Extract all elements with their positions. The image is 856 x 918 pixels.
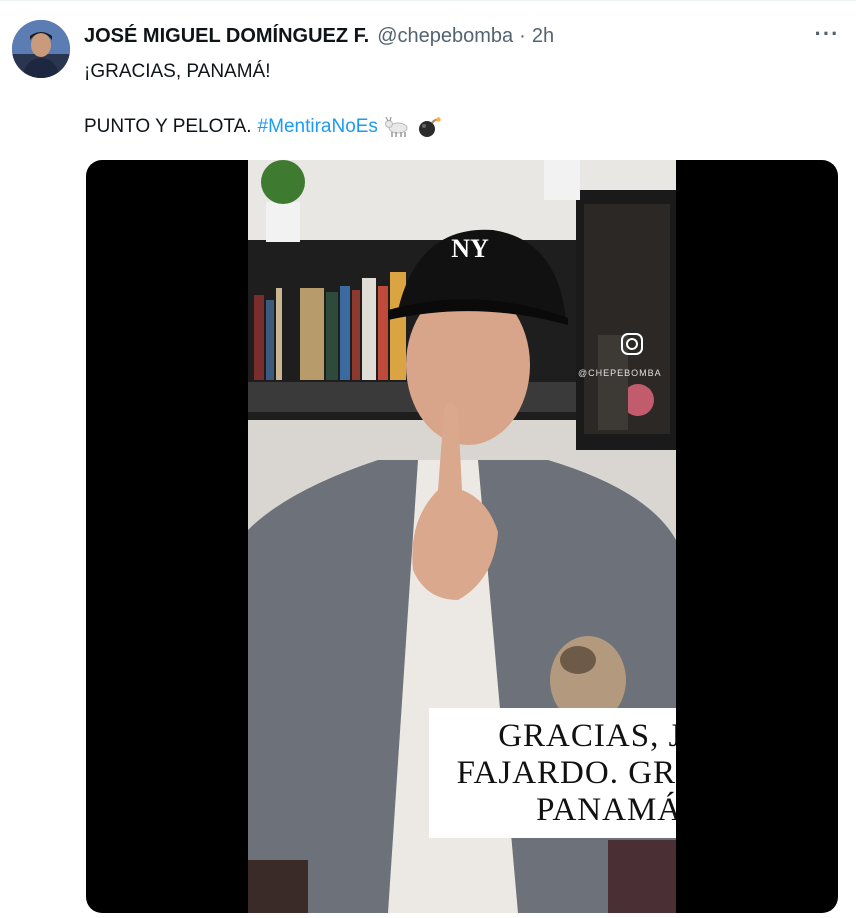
tweet-timestamp[interactable]: 2h	[532, 25, 554, 48]
top-divider	[0, 0, 856, 1]
tweet-header: JOSÉ MIGUEL DOMÍNGUEZ F. @chepebomba · 2…	[84, 22, 554, 50]
more-options-button[interactable]: ···	[812, 22, 842, 50]
author-handle[interactable]: @chepebomba	[377, 25, 513, 48]
goat-emoji-icon	[384, 116, 410, 138]
author-name[interactable]: JOSÉ MIGUEL DOMÍNGUEZ F.	[84, 25, 369, 48]
bomb-emoji-icon	[416, 116, 442, 138]
tweet-text-punto: PUNTO Y PELOTA.	[84, 116, 252, 137]
tweet-text-line2: PUNTO Y PELOTA. #MentiraNoEs	[84, 116, 442, 138]
video-frame[interactable]: NY @CHEPEBOMBA GRACIAS, JOSÉ FAJARDO. GR…	[248, 160, 676, 913]
svg-text:NY: NY	[451, 234, 489, 263]
avatar[interactable]	[12, 20, 70, 78]
media-container[interactable]: NY @CHEPEBOMBA GRACIAS, JOSÉ FAJARDO. GR…	[86, 160, 838, 913]
avatar-image	[12, 20, 70, 78]
video-caption-box: GRACIAS, JOSÉ FAJARDO. GRACIAS, PANAMÁ..…	[429, 708, 676, 838]
instagram-watermark: @CHEPEBOMBA	[578, 368, 662, 378]
tweet-text-line1: ¡GRACIAS, PANAMÁ!	[84, 61, 271, 82]
video-caption: GRACIAS, JOSÉ FAJARDO. GRACIAS, PANAMÁ..…	[456, 717, 676, 828]
separator-dot: ·	[519, 24, 526, 47]
hashtag-link[interactable]: #MentiraNoEs	[258, 116, 378, 138]
